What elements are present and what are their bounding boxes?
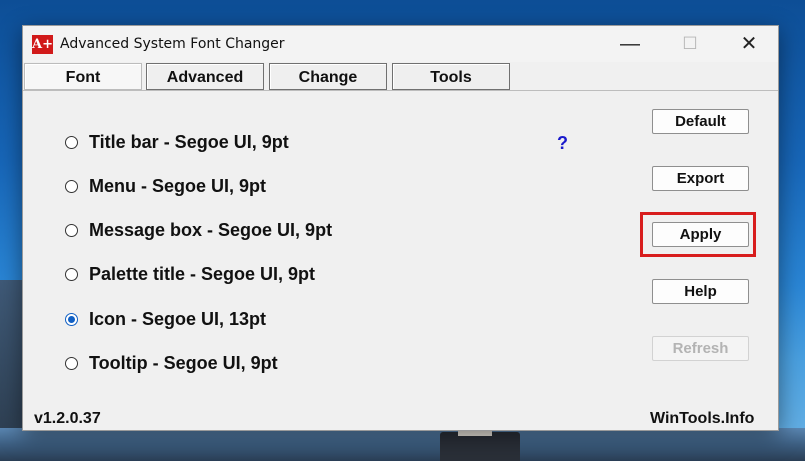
radio-button[interactable]	[65, 268, 78, 281]
website-link[interactable]: WinTools.Info	[650, 410, 754, 428]
option-label: Title bar - Segoe UI, 9pt	[89, 132, 289, 152]
maximize-button[interactable]: ☐	[667, 26, 713, 62]
tab-tools[interactable]: Tools	[392, 63, 510, 90]
tab-font[interactable]: Font	[24, 63, 142, 90]
option-label: Menu - Segoe UI, 9pt	[89, 176, 267, 196]
apply-button[interactable]: Apply	[652, 222, 749, 247]
tab-change[interactable]: Change	[269, 63, 387, 90]
default-button[interactable]: Default	[652, 109, 749, 134]
title-bar[interactable]: A+ Advanced System Font Changer — ☐ ✕	[23, 26, 778, 62]
option-label: Icon - Segoe UI, 13pt	[89, 309, 267, 329]
version-label: v1.2.0.37	[34, 410, 101, 427]
wallpaper-boat	[440, 432, 520, 461]
radio-button-selected[interactable]	[65, 313, 78, 326]
close-button[interactable]: ✕	[726, 26, 772, 62]
tab-advanced[interactable]: Advanced	[146, 63, 264, 90]
option-label: Tooltip - Segoe UI, 9pt	[89, 353, 278, 373]
app-logo-icon: A+	[32, 35, 53, 54]
radio-button[interactable]	[65, 357, 78, 370]
radio-button[interactable]	[65, 180, 78, 193]
minimize-button[interactable]: —	[607, 26, 653, 62]
radio-button[interactable]	[65, 136, 78, 149]
tab-divider	[23, 90, 778, 91]
desktop-wallpaper-bottom	[0, 428, 805, 461]
option-label: Palette title - Segoe UI, 9pt	[89, 264, 316, 284]
export-button[interactable]: Export	[652, 166, 749, 191]
option-label: Message box - Segoe UI, 9pt	[89, 220, 333, 240]
help-button[interactable]: Help	[652, 279, 749, 304]
refresh-button: Refresh	[652, 336, 749, 361]
app-window: A+ Advanced System Font Changer — ☐ ✕ Fo…	[22, 25, 779, 431]
radio-button[interactable]	[65, 224, 78, 237]
help-question-link[interactable]: ?	[557, 133, 568, 154]
window-title: Advanced System Font Changer	[60, 36, 285, 52]
